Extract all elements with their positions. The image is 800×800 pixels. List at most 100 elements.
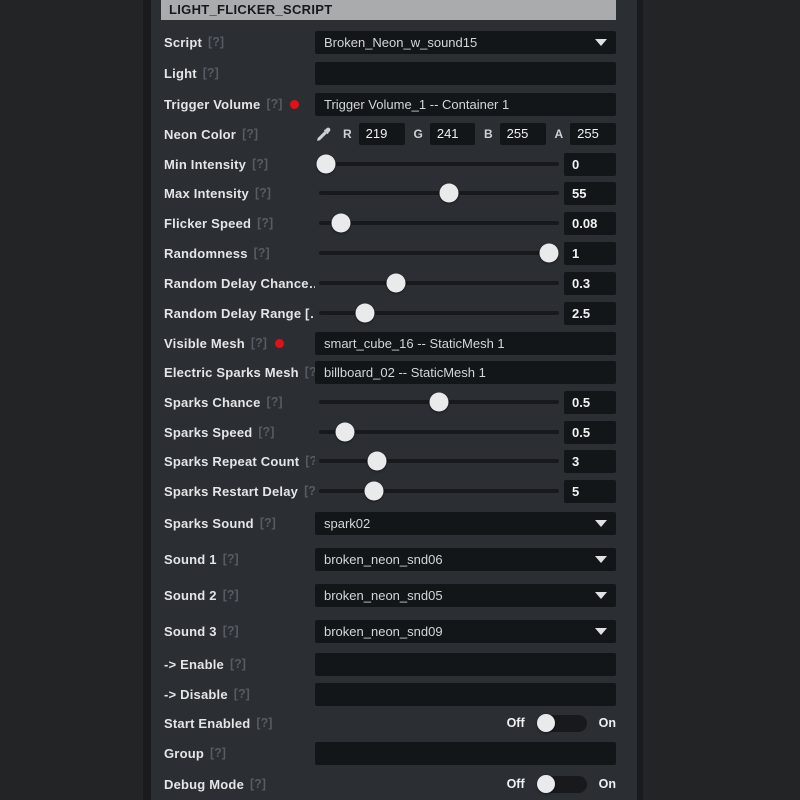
sound-3-dropdown[interactable]: broken_neon_snd09 — [315, 620, 616, 643]
sparks-speed-slider-track[interactable] — [319, 430, 559, 434]
row-sparks-chance: Sparks Chance [?] 0.5 — [164, 390, 616, 414]
help-marker[interactable]: [?] — [242, 127, 258, 141]
start-enabled-toggle[interactable] — [537, 715, 587, 732]
row-group: Group [?] — [164, 741, 616, 765]
help-marker[interactable]: [?] — [305, 454, 315, 468]
row-sound-1: Sound 1 [?] broken_neon_snd06 — [164, 547, 616, 571]
row-start-enabled: Start Enabled [?] Off On — [164, 711, 616, 735]
max-intensity-label: Max Intensity — [164, 186, 249, 201]
random-delay-chance-value[interactable]: 0.3 — [564, 272, 616, 295]
slider-knob[interactable] — [430, 393, 449, 412]
help-marker[interactable]: [?] — [252, 157, 268, 171]
sparks-repeat-count-slider-track[interactable] — [319, 459, 559, 463]
sparks-chance-value[interactable]: 0.5 — [564, 391, 616, 414]
row-neon-color: Neon Color [?] R 219 G 241 B 255 — [164, 122, 616, 146]
help-marker[interactable]: [?] — [260, 516, 276, 530]
help-marker[interactable]: [?] — [258, 425, 274, 439]
sparks-repeat-count-label: Sparks Repeat Count — [164, 454, 299, 469]
slider-knob[interactable] — [439, 184, 458, 203]
help-marker[interactable]: [?] — [223, 588, 239, 602]
help-marker[interactable]: [?] — [305, 365, 315, 379]
random-delay-chance-slider-track[interactable] — [319, 281, 559, 285]
help-marker[interactable]: [?] — [267, 395, 283, 409]
row-debug-mode: Debug Mode [?] Off On — [164, 772, 616, 796]
row-light: Light [?] — [164, 61, 616, 85]
toggle-off-label: Off — [507, 716, 525, 730]
help-marker[interactable]: [?] — [223, 552, 239, 566]
flicker-speed-slider-track[interactable] — [319, 221, 559, 225]
sound-2-dropdown[interactable]: broken_neon_snd05 — [315, 584, 616, 607]
help-marker[interactable]: [?] — [223, 624, 239, 638]
color-a-input[interactable]: 255 — [570, 123, 616, 145]
help-marker[interactable]: [?] — [256, 716, 272, 730]
enable-field[interactable] — [315, 653, 616, 676]
debug-mode-toggle[interactable] — [537, 776, 587, 793]
panel-title: LIGHT_FLICKER_SCRIPT — [161, 0, 616, 20]
min-intensity-label: Min Intensity — [164, 157, 246, 172]
help-marker[interactable]: [?] — [203, 66, 219, 80]
slider-knob[interactable] — [367, 452, 386, 471]
help-marker[interactable]: [?] — [304, 484, 315, 498]
sparks-chance-slider-track[interactable] — [319, 400, 559, 404]
toggle-knob[interactable] — [537, 714, 555, 732]
toggle-knob[interactable] — [537, 775, 555, 793]
flicker-speed-value[interactable]: 0.08 — [564, 212, 616, 235]
randomness-value[interactable]: 1 — [564, 242, 616, 265]
right-panel-divider — [637, 0, 643, 800]
sparks-restart-delay-value[interactable]: 5 — [564, 480, 616, 503]
sparks-speed-label: Sparks Speed — [164, 425, 252, 440]
chevron-down-icon — [595, 628, 607, 635]
sparks-restart-delay-slider-track[interactable] — [319, 489, 559, 493]
trigger-volume-field[interactable]: Trigger Volume_1 -- Container 1 — [315, 93, 616, 116]
flicker-speed-label: Flicker Speed — [164, 216, 251, 231]
slider-knob[interactable] — [331, 214, 350, 233]
help-marker[interactable]: [?] — [254, 246, 270, 260]
sparks-repeat-count-value[interactable]: 3 — [564, 450, 616, 473]
electric-sparks-mesh-field[interactable]: billboard_02 -- StaticMesh 1 — [315, 361, 616, 384]
light-field[interactable] — [315, 62, 616, 85]
sound-1-dropdown[interactable]: broken_neon_snd06 — [315, 548, 616, 571]
min-intensity-slider-track[interactable] — [319, 162, 559, 166]
help-marker[interactable]: [?] — [251, 336, 267, 350]
max-intensity-slider-track[interactable] — [319, 191, 559, 195]
randomness-slider-track[interactable] — [319, 251, 559, 255]
visible-mesh-field[interactable]: smart_cube_16 -- StaticMesh 1 — [315, 332, 616, 355]
color-r-input[interactable]: 219 — [359, 123, 405, 145]
sound-3-value: broken_neon_snd09 — [315, 624, 443, 639]
sparks-speed-value[interactable]: 0.5 — [564, 421, 616, 444]
script-dropdown[interactable]: Broken_Neon_w_sound15 — [315, 31, 616, 54]
slider-knob[interactable] — [355, 304, 374, 323]
help-marker[interactable]: [?] — [230, 657, 246, 671]
sparks-sound-dropdown[interactable]: spark02 — [315, 512, 616, 535]
min-intensity-value[interactable]: 0 — [564, 153, 616, 176]
help-marker[interactable]: [?] — [257, 216, 273, 230]
random-delay-range-value[interactable]: 2.5 — [564, 302, 616, 325]
slider-knob[interactable] — [365, 482, 384, 501]
max-intensity-value[interactable]: 55 — [564, 182, 616, 205]
row-disable: -> Disable [?] — [164, 682, 616, 706]
color-b-input[interactable]: 255 — [500, 123, 546, 145]
slider-knob[interactable] — [540, 244, 559, 263]
group-field[interactable] — [315, 742, 616, 765]
toggle-off-label: Off — [507, 777, 525, 791]
help-marker[interactable]: [?] — [250, 777, 266, 791]
sparks-sound-value: spark02 — [315, 516, 370, 531]
row-sparks-restart-delay: Sparks Restart Delay [?] 5 — [164, 479, 616, 503]
help-marker[interactable]: [?] — [255, 186, 271, 200]
row-sparks-sound: Sparks Sound [?] spark02 — [164, 511, 616, 535]
eyedropper-icon[interactable] — [315, 126, 332, 143]
toggle-on-label: On — [599, 777, 616, 791]
color-g-input[interactable]: 241 — [430, 123, 475, 145]
random-delay-range-slider-track[interactable] — [319, 311, 559, 315]
slider-knob[interactable] — [317, 155, 336, 174]
disable-field[interactable] — [315, 683, 616, 706]
help-marker[interactable]: [?] — [210, 746, 226, 760]
row-electric-sparks-mesh: Electric Sparks Mesh [?] billboard_02 --… — [164, 360, 616, 384]
help-marker[interactable]: [?] — [266, 97, 282, 111]
help-marker[interactable]: [?] — [234, 687, 250, 701]
row-min-intensity: Min Intensity [?] 0 — [164, 152, 616, 176]
help-marker[interactable]: [?] — [208, 35, 224, 49]
sound-2-value: broken_neon_snd05 — [315, 588, 443, 603]
slider-knob[interactable] — [386, 274, 405, 293]
slider-knob[interactable] — [336, 423, 355, 442]
